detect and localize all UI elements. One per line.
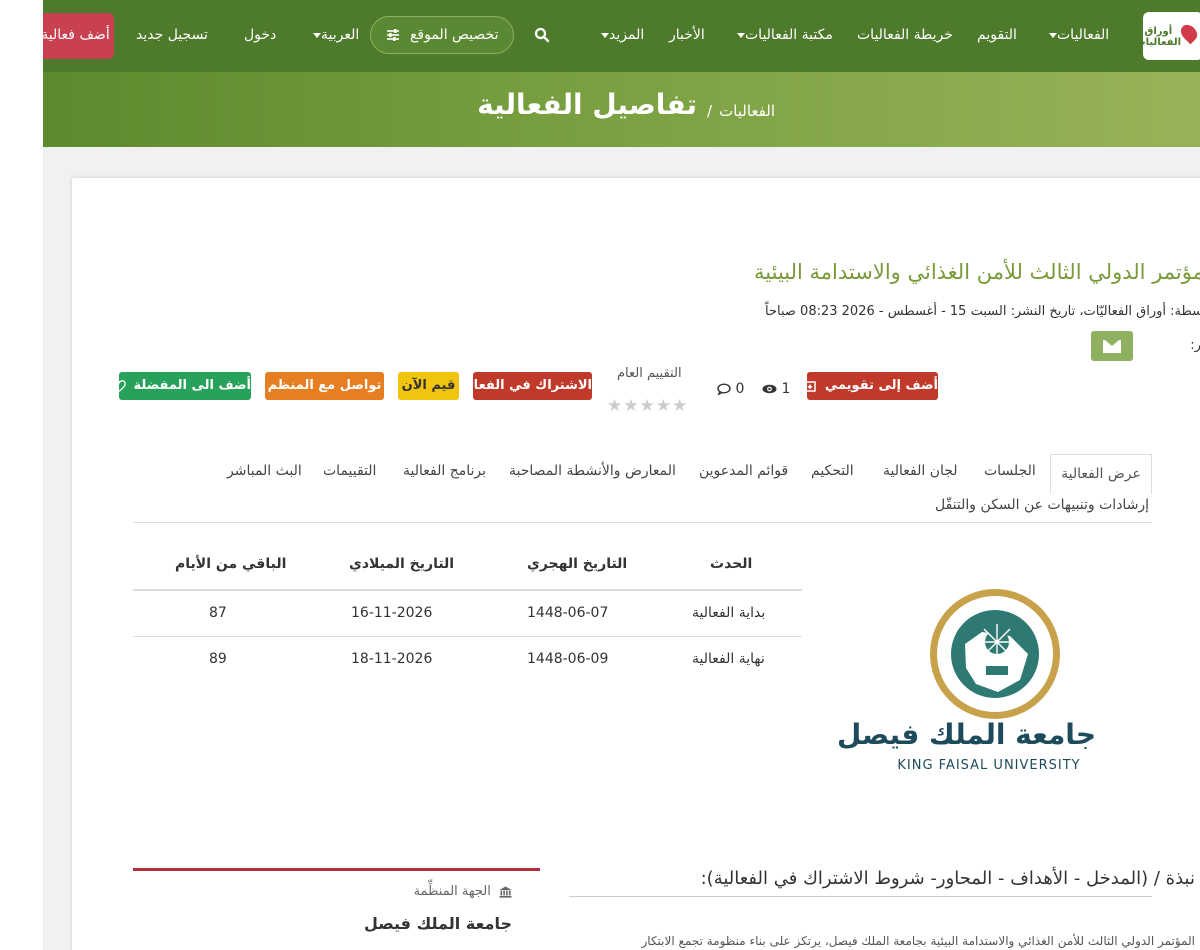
- nav-more-label: المزيد: [609, 27, 645, 43]
- kfu-badge: KFU: [988, 678, 1004, 686]
- map-pin-icon: [1177, 21, 1200, 45]
- tab-exhibitions[interactable]: المعارض والأنشطة المصاحبة: [509, 463, 676, 479]
- add-to-calendar-button[interactable]: أضف إلى تقويمي: [804, 372, 938, 400]
- chevron-down-icon: [737, 32, 745, 38]
- table-row-border: [133, 636, 802, 637]
- comments-count: 0: [717, 381, 744, 397]
- table-cell: 18-11-2026: [351, 651, 433, 667]
- tab-live-stream[interactable]: البث المباشر: [227, 463, 302, 479]
- add-to-favorites-label: أضف الى المفضلة: [133, 378, 251, 393]
- calendar-plus-icon: [804, 380, 817, 392]
- rating-stars[interactable]: ★★★★★: [607, 396, 688, 416]
- tabs-divider: [133, 522, 1152, 523]
- table-cell: 1448-06-07: [527, 605, 609, 621]
- table-header-border: [133, 589, 802, 591]
- comment-icon: [717, 383, 731, 396]
- event-title: المؤتمر الدولي الثالث للأمن الغذائي والا…: [754, 260, 1200, 284]
- page: أوراق الفعاليات الفعاليات التقويم خريطة …: [43, 0, 1200, 950]
- table-cell: 1448-06-09: [527, 651, 609, 667]
- table-cell: 16-11-2026: [351, 605, 433, 621]
- organizer-label: الجهة المنظِّمة: [414, 884, 512, 899]
- nav-events[interactable]: الفعاليات: [1043, 0, 1109, 72]
- about-text: المؤتمر الدولي الثالث للأمن الغذائي والا…: [641, 934, 1195, 948]
- chevron-down-icon: [1049, 32, 1057, 38]
- page-header-banner: تفاصيل الفعالية / الفعاليات: [43, 72, 1200, 147]
- table-header-days-left: الباقي من الأيام: [175, 556, 287, 572]
- institution-icon: [499, 886, 512, 898]
- university-name-arabic: جامعة الملك فيصل: [836, 718, 1096, 751]
- customize-label: تخصيص الموقع: [409, 27, 499, 43]
- tab-sessions[interactable]: الجلسات: [984, 463, 1036, 479]
- nav-news[interactable]: الأخبار: [669, 0, 705, 72]
- table-header-event: الحدث: [710, 556, 753, 572]
- views-count: 1: [762, 381, 790, 397]
- add-to-favorites-button[interactable]: أضف الى المفضلة: [113, 372, 251, 400]
- table-cell: بداية الفعالية: [692, 605, 766, 621]
- table-header-hijri: التاريخ الهجري: [527, 556, 628, 572]
- chevron-down-icon: [601, 32, 609, 38]
- university-name-english: KING FAISAL UNIVERSITY: [897, 758, 1081, 773]
- tab-review[interactable]: التحكيم: [811, 463, 854, 479]
- eye-icon: [762, 384, 777, 394]
- organizer-logo: KFU جامعة الملك فيصل KING FAISAL UNIVERS…: [836, 588, 1126, 778]
- contact-organizer-button[interactable]: تواصل مع المنظم: [265, 372, 384, 400]
- views-value: 1: [781, 381, 791, 397]
- language-label: العربية: [321, 27, 360, 43]
- organizer-accent-bar: [133, 868, 540, 871]
- page-title: تفاصيل الفعالية: [477, 88, 697, 121]
- customize-site-button[interactable]: تخصيص الموقع: [370, 16, 514, 54]
- nav-calendar[interactable]: التقويم: [977, 0, 1017, 72]
- nav-map[interactable]: خريطة الفعاليات: [857, 0, 953, 72]
- organizer-name[interactable]: جامعة الملك فيصل: [364, 914, 512, 933]
- nav-more[interactable]: المزيد: [595, 0, 644, 72]
- nav-library[interactable]: مكتبة الفعاليات: [731, 0, 833, 72]
- event-meta: بواسطة: أوراق الفعاليّات، تاريخ النشر: ا…: [764, 304, 1200, 319]
- table-cell: نهاية الفعالية: [692, 651, 765, 667]
- tab-committees[interactable]: لجان الفعالية: [883, 463, 958, 479]
- chevron-down-icon: [313, 32, 321, 38]
- table-header-gregorian: التاريخ الميلادي: [349, 556, 455, 572]
- site-logo[interactable]: أوراق الفعاليات: [1136, 12, 1200, 60]
- top-navbar: أوراق الفعاليات الفعاليات التقويم خريطة …: [43, 0, 1200, 72]
- envelope-icon: [1103, 340, 1121, 353]
- tab-program[interactable]: برنامج الفعالية: [403, 463, 486, 479]
- search-icon: [534, 27, 550, 43]
- language-menu[interactable]: العربية: [307, 0, 359, 72]
- add-event-button[interactable]: أضف فعالية: [43, 13, 114, 59]
- rate-now-button[interactable]: قيم الآن: [398, 372, 459, 400]
- about-divider: [569, 896, 1152, 897]
- organizer-label-text: الجهة المنظِّمة: [413, 884, 491, 899]
- breadcrumb-separator: /: [706, 102, 712, 120]
- search-button[interactable]: [534, 0, 550, 72]
- about-section-title: نبذة / (المدخل - الأهداف - المحاور- شروط…: [700, 868, 1195, 889]
- breadcrumb-events-link[interactable]: الفعاليات: [719, 102, 775, 120]
- table-cell: 87: [209, 605, 227, 621]
- tab-travel-guidance[interactable]: إرشادات وتنبيهات عن السكن والتنقّل: [935, 497, 1149, 513]
- tab-reviews[interactable]: التقييمات: [323, 463, 376, 479]
- share-label: نشر:: [1190, 338, 1200, 353]
- add-to-calendar-label: أضف إلى تقويمي: [824, 378, 938, 393]
- table-cell: 89: [209, 651, 227, 667]
- register-link[interactable]: تسجيل جديد: [136, 0, 208, 72]
- share-email-button[interactable]: [1091, 331, 1133, 361]
- subscribe-button[interactable]: الاشتراك في الفعالية: [456, 372, 592, 400]
- logo-text: أوراق الفعاليات: [1135, 26, 1181, 48]
- rating-label: التقييم العام: [617, 366, 682, 381]
- event-details-card: المؤتمر الدولي الثالث للأمن الغذائي والا…: [72, 178, 1200, 950]
- tab-invitees[interactable]: قوائم المدعوين: [699, 463, 788, 479]
- nav-library-label: مكتبة الفعاليات: [745, 27, 833, 43]
- nav-events-label: الفعاليات: [1057, 27, 1110, 43]
- login-link[interactable]: دخول: [244, 0, 276, 72]
- tab-event-overview[interactable]: عرض الفعالية: [1050, 454, 1152, 494]
- sliders-icon: [386, 29, 399, 41]
- heart-icon: [113, 379, 126, 392]
- comments-value: 0: [735, 381, 745, 397]
